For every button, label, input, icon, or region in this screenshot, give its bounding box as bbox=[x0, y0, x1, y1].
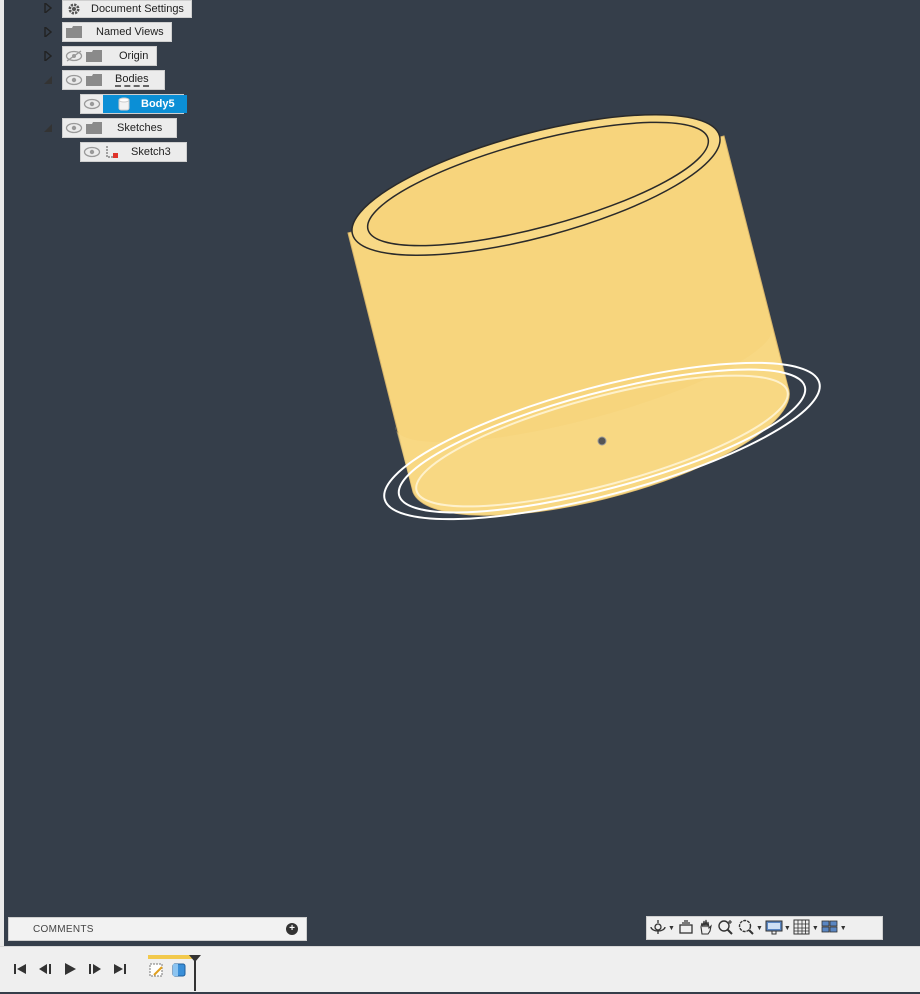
collapse-arrow-icon[interactable] bbox=[42, 72, 54, 88]
tree-item-origin[interactable]: Origin bbox=[62, 46, 157, 66]
tree-item-label: Named Views bbox=[96, 26, 164, 38]
timeline-sketch-feature[interactable] bbox=[148, 961, 166, 982]
play-button[interactable] bbox=[61, 962, 79, 978]
orbit-button[interactable]: ▼ bbox=[649, 917, 675, 939]
comments-panel[interactable]: COMMENTS + bbox=[8, 917, 307, 941]
tree-item-bodies[interactable]: Bodies bbox=[62, 70, 165, 90]
tree-item-body5[interactable]: Body5 bbox=[80, 94, 187, 114]
look-at-button[interactable] bbox=[677, 917, 695, 939]
step-back-button[interactable] bbox=[36, 962, 54, 978]
tree-item-label: Sketches bbox=[117, 122, 163, 134]
folder-icon bbox=[65, 24, 83, 40]
extrude-feature-icon bbox=[170, 963, 188, 982]
collapse-arrow-icon[interactable] bbox=[42, 120, 54, 136]
skip-forward-icon bbox=[113, 963, 127, 978]
chevron-down-icon[interactable]: ▼ bbox=[756, 925, 763, 932]
folder-icon bbox=[85, 120, 103, 136]
pan-icon bbox=[697, 918, 715, 939]
pan-button[interactable] bbox=[697, 917, 715, 939]
sketch-feature-icon bbox=[148, 963, 166, 982]
grid-button[interactable]: ▼ bbox=[793, 917, 819, 939]
chevron-down-icon[interactable]: ▼ bbox=[840, 925, 847, 932]
skip-back-icon bbox=[13, 963, 27, 978]
timeline-extrude-feature[interactable] bbox=[170, 961, 188, 982]
play-icon bbox=[63, 962, 77, 979]
tree-item-label: Origin bbox=[119, 50, 149, 62]
expand-arrow-icon[interactable] bbox=[42, 0, 54, 16]
timeline-feature-group bbox=[148, 955, 192, 959]
step-forward-icon bbox=[88, 963, 102, 978]
grid-icon bbox=[793, 918, 811, 939]
navigation-toolbar: ▼ ▼ ▼ ▼ ▼ bbox=[646, 916, 883, 940]
folder-icon bbox=[85, 48, 103, 64]
gear-icon bbox=[65, 1, 83, 17]
comments-label: COMMENTS bbox=[33, 923, 94, 935]
viewports-button[interactable]: ▼ bbox=[821, 917, 847, 939]
folder-icon bbox=[85, 72, 103, 88]
tree-item-label: Bodies bbox=[115, 73, 149, 87]
chevron-down-icon[interactable]: ▼ bbox=[668, 925, 675, 932]
display-settings-button[interactable]: ▼ bbox=[765, 917, 791, 939]
tree-item-label: Document Settings bbox=[91, 3, 184, 15]
go-to-start-button[interactable] bbox=[11, 962, 29, 978]
body-icon bbox=[117, 97, 131, 111]
step-back-icon bbox=[38, 963, 52, 978]
look-at-icon bbox=[677, 918, 695, 939]
zoom-icon bbox=[717, 918, 735, 939]
tree-item-sketches[interactable]: Sketches bbox=[62, 118, 177, 138]
expand-arrow-icon[interactable] bbox=[42, 48, 54, 64]
fit-button[interactable]: ▼ bbox=[737, 917, 763, 939]
eye-icon[interactable] bbox=[65, 120, 83, 136]
timeline-bar bbox=[0, 946, 920, 992]
timeline-marker[interactable] bbox=[189, 955, 201, 994]
viewports-icon bbox=[821, 918, 839, 939]
tree-item-sketch3[interactable]: Sketch3 bbox=[80, 142, 187, 162]
eye-icon[interactable] bbox=[83, 144, 101, 160]
add-comment-icon[interactable]: + bbox=[286, 923, 298, 935]
fit-icon bbox=[737, 918, 755, 939]
sketch-center-point bbox=[597, 436, 607, 446]
tree-item-label: Sketch3 bbox=[131, 146, 171, 158]
expand-arrow-icon[interactable] bbox=[42, 24, 54, 40]
chevron-down-icon[interactable]: ▼ bbox=[784, 925, 791, 932]
chevron-down-icon[interactable]: ▼ bbox=[812, 925, 819, 932]
tree-item-named-views[interactable]: Named Views bbox=[62, 22, 172, 42]
display-settings-icon bbox=[765, 918, 783, 939]
step-forward-button[interactable] bbox=[86, 962, 104, 978]
eye-icon[interactable] bbox=[83, 96, 101, 112]
selection-highlight: Body5 bbox=[103, 95, 187, 113]
tree-item-document-settings[interactable]: Document Settings bbox=[62, 0, 192, 18]
eye-icon[interactable] bbox=[65, 72, 83, 88]
orbit-icon bbox=[649, 918, 667, 939]
sketch-icon bbox=[103, 144, 121, 160]
eye-hidden-icon[interactable] bbox=[65, 48, 83, 64]
zoom-button[interactable] bbox=[717, 917, 735, 939]
go-to-end-button[interactable] bbox=[111, 962, 129, 978]
tree-item-label: Body5 bbox=[141, 98, 175, 110]
